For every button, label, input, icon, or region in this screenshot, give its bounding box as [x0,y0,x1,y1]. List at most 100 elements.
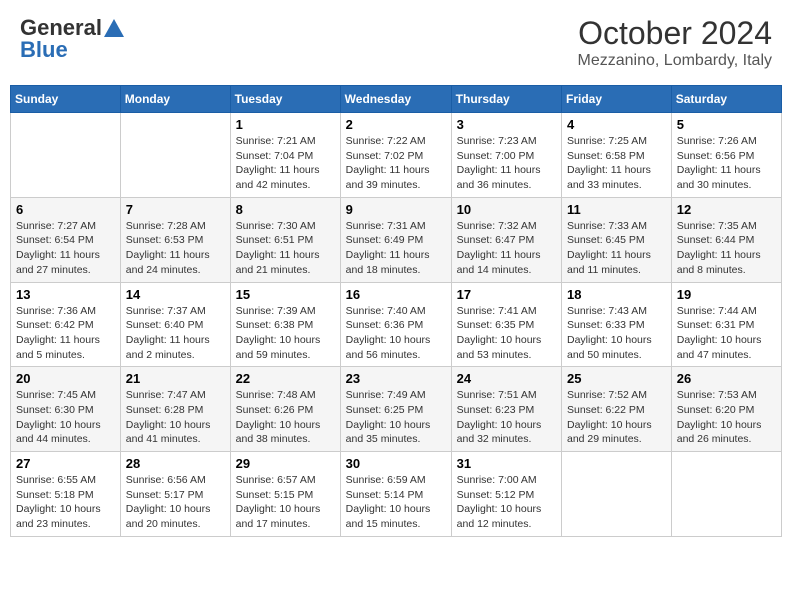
logo: General Blue [20,15,124,63]
day-info: Sunrise: 7:21 AMSunset: 7:04 PMDaylight:… [236,134,335,193]
calendar-header-row: Sunday Monday Tuesday Wednesday Thursday… [11,86,782,113]
day-number: 24 [457,371,556,386]
calendar-cell: 6 Sunrise: 7:27 AMSunset: 6:54 PMDaylight… [11,197,121,282]
day-number: 19 [677,287,776,302]
day-info: Sunrise: 6:55 AMSunset: 5:18 PMDaylight:… [16,473,115,532]
calendar-week-row: 20 Sunrise: 7:45 AMSunset: 6:30 PMDayligh… [11,367,782,452]
col-tuesday: Tuesday [230,86,340,113]
day-info: Sunrise: 7:51 AMSunset: 6:23 PMDaylight:… [457,388,556,447]
day-info: Sunrise: 7:53 AMSunset: 6:20 PMDaylight:… [677,388,776,447]
day-info: Sunrise: 7:48 AMSunset: 6:26 PMDaylight:… [236,388,335,447]
day-number: 22 [236,371,335,386]
day-number: 4 [567,117,666,132]
day-number: 27 [16,456,115,471]
day-number: 9 [346,202,446,217]
calendar-cell [11,113,121,198]
day-number: 30 [346,456,446,471]
calendar-cell: 28Sunrise: 6:56 AMSunset: 5:17 PMDayligh… [120,452,230,537]
calendar-cell: 19 Sunrise: 7:44 AMSunset: 6:31 PMDayligh… [671,282,781,367]
calendar-cell: 4Sunrise: 7:25 AMSunset: 6:58 PMDaylight… [562,113,672,198]
col-monday: Monday [120,86,230,113]
day-info: Sunrise: 7:22 AMSunset: 7:02 PMDaylight:… [346,134,446,193]
calendar-cell: 22 Sunrise: 7:48 AMSunset: 6:26 PMDayligh… [230,367,340,452]
calendar-cell: 27 Sunrise: 6:55 AMSunset: 5:18 PMDayligh… [11,452,121,537]
day-number: 16 [346,287,446,302]
calendar-cell: 11 Sunrise: 7:33 AMSunset: 6:45 PMDayligh… [562,197,672,282]
day-number: 6 [16,202,115,217]
calendar-cell: 13 Sunrise: 7:36 AMSunset: 6:42 PMDayligh… [11,282,121,367]
calendar-cell: 17Sunrise: 7:41 AMSunset: 6:35 PMDayligh… [451,282,561,367]
day-number: 13 [16,287,115,302]
day-info: Sunrise: 7:32 AMSunset: 6:47 PMDaylight:… [457,219,556,278]
day-info: Sunrise: 7:47 AMSunset: 6:28 PMDaylight:… [126,388,225,447]
day-info: Sunrise: 6:59 AMSunset: 5:14 PMDaylight:… [346,473,446,532]
day-number: 3 [457,117,556,132]
day-number: 8 [236,202,335,217]
day-number: 11 [567,202,666,217]
calendar-cell: 8 Sunrise: 7:30 AMSunset: 6:51 PMDaylight… [230,197,340,282]
calendar-cell: 15Sunrise: 7:39 AMSunset: 6:38 PMDayligh… [230,282,340,367]
calendar-cell: 26 Sunrise: 7:53 AMSunset: 6:20 PMDayligh… [671,367,781,452]
col-sunday: Sunday [11,86,121,113]
logo-blue-text: Blue [20,37,68,63]
calendar-cell: 31 Sunrise: 7:00 AMSunset: 5:12 PMDayligh… [451,452,561,537]
calendar-cell: 29 Sunrise: 6:57 AMSunset: 5:15 PMDayligh… [230,452,340,537]
calendar-table: Sunday Monday Tuesday Wednesday Thursday… [10,85,782,537]
day-number: 26 [677,371,776,386]
day-number: 31 [457,456,556,471]
day-info: Sunrise: 7:49 AMSunset: 6:25 PMDaylight:… [346,388,446,447]
calendar-cell [671,452,781,537]
logo-triangle-icon [104,19,124,37]
calendar-cell: 14Sunrise: 7:37 AMSunset: 6:40 PMDayligh… [120,282,230,367]
calendar-cell: 5 Sunrise: 7:26 AMSunset: 6:56 PMDaylight… [671,113,781,198]
day-number: 29 [236,456,335,471]
day-info: Sunrise: 7:44 AMSunset: 6:31 PMDaylight:… [677,304,776,363]
col-friday: Friday [562,86,672,113]
day-info: Sunrise: 7:33 AMSunset: 6:45 PMDaylight:… [567,219,666,278]
day-info: Sunrise: 7:40 AMSunset: 6:36 PMDaylight:… [346,304,446,363]
day-number: 25 [567,371,666,386]
calendar-week-row: 1Sunrise: 7:21 AMSunset: 7:04 PMDaylight… [11,113,782,198]
calendar-cell: 30 Sunrise: 6:59 AMSunset: 5:14 PMDayligh… [340,452,451,537]
day-number: 2 [346,117,446,132]
day-number: 28 [126,456,225,471]
calendar-cell: 1Sunrise: 7:21 AMSunset: 7:04 PMDaylight… [230,113,340,198]
day-info: Sunrise: 7:27 AMSunset: 6:54 PMDaylight:… [16,219,115,278]
day-number: 7 [126,202,225,217]
day-info: Sunrise: 7:26 AMSunset: 6:56 PMDaylight:… [677,134,776,193]
page-header: General Blue October 2024 Mezzanino, Lom… [10,10,782,75]
col-wednesday: Wednesday [340,86,451,113]
day-number: 20 [16,371,115,386]
location: Mezzanino, Lombardy, Italy [578,52,772,70]
day-info: Sunrise: 7:31 AMSunset: 6:49 PMDaylight:… [346,219,446,278]
day-number: 5 [677,117,776,132]
day-info: Sunrise: 7:39 AMSunset: 6:38 PMDaylight:… [236,304,335,363]
calendar-week-row: 13 Sunrise: 7:36 AMSunset: 6:42 PMDayligh… [11,282,782,367]
col-thursday: Thursday [451,86,561,113]
day-info: Sunrise: 7:52 AMSunset: 6:22 PMDaylight:… [567,388,666,447]
calendar-cell: 23Sunrise: 7:49 AMSunset: 6:25 PMDayligh… [340,367,451,452]
day-info: Sunrise: 7:35 AMSunset: 6:44 PMDaylight:… [677,219,776,278]
day-info: Sunrise: 7:30 AMSunset: 6:51 PMDaylight:… [236,219,335,278]
day-number: 10 [457,202,556,217]
day-number: 14 [126,287,225,302]
day-info: Sunrise: 7:28 AMSunset: 6:53 PMDaylight:… [126,219,225,278]
col-saturday: Saturday [671,86,781,113]
title-section: October 2024 Mezzanino, Lombardy, Italy [578,15,772,70]
calendar-cell: 16 Sunrise: 7:40 AMSunset: 6:36 PMDayligh… [340,282,451,367]
calendar-cell: 2 Sunrise: 7:22 AMSunset: 7:02 PMDaylight… [340,113,451,198]
calendar-week-row: 6 Sunrise: 7:27 AMSunset: 6:54 PMDaylight… [11,197,782,282]
calendar-cell: 25 Sunrise: 7:52 AMSunset: 6:22 PMDayligh… [562,367,672,452]
calendar-cell [120,113,230,198]
month-title: October 2024 [578,15,772,52]
day-number: 17 [457,287,556,302]
day-info: Sunrise: 7:00 AMSunset: 5:12 PMDaylight:… [457,473,556,532]
day-info: Sunrise: 7:36 AMSunset: 6:42 PMDaylight:… [16,304,115,363]
calendar-cell: 21 Sunrise: 7:47 AMSunset: 6:28 PMDayligh… [120,367,230,452]
calendar-cell: 20 Sunrise: 7:45 AMSunset: 6:30 PMDayligh… [11,367,121,452]
calendar-cell: 9 Sunrise: 7:31 AMSunset: 6:49 PMDaylight… [340,197,451,282]
calendar-cell: 7 Sunrise: 7:28 AMSunset: 6:53 PMDaylight… [120,197,230,282]
day-number: 21 [126,371,225,386]
day-info: Sunrise: 6:57 AMSunset: 5:15 PMDaylight:… [236,473,335,532]
day-info: Sunrise: 7:45 AMSunset: 6:30 PMDaylight:… [16,388,115,447]
